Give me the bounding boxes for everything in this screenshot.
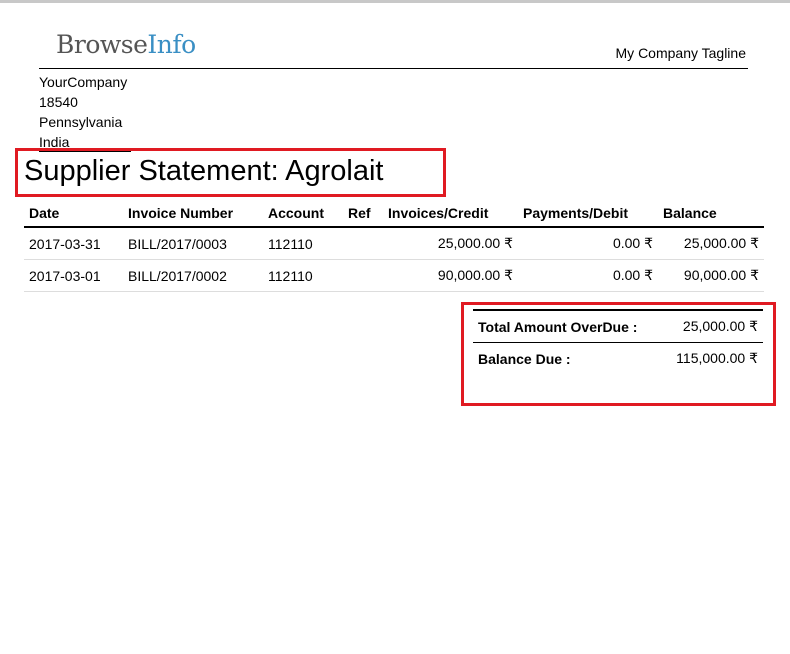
logo-text-info: Info <box>147 30 196 59</box>
header-divider <box>39 68 748 69</box>
cell-ref <box>343 227 383 260</box>
cell-balance: 90,000.00 ₹ <box>658 259 764 292</box>
cell-invoice-number: BILL/2017/0002 <box>123 259 263 292</box>
column-header-invoices-credit: Invoices/Credit <box>383 200 518 228</box>
company-logo: BrowseInfo <box>56 30 196 59</box>
cell-balance: 25,000.00 ₹ <box>658 227 764 260</box>
company-address: YourCompany 18540 Pennsylvania India <box>39 72 127 152</box>
column-header-account: Account <box>263 200 343 228</box>
column-header-payments-debit: Payments/Debit <box>518 200 658 228</box>
cell-payments-debit: 0.00 ₹ <box>518 227 658 260</box>
address-line-state: Pennsylvania <box>39 114 123 130</box>
table-header-row: Date Invoice Number Account Ref Invoices… <box>24 200 764 228</box>
cell-invoices-credit: 90,000.00 ₹ <box>383 259 518 292</box>
cell-date: 2017-03-31 <box>24 227 123 260</box>
column-header-balance: Balance <box>658 200 764 228</box>
cell-invoices-credit: 25,000.00 ₹ <box>383 227 518 260</box>
statement-page: BrowseInfo My Company Tagline YourCompan… <box>0 0 790 654</box>
column-header-invoice-number: Invoice Number <box>123 200 263 228</box>
table-row: 2017-03-01 BILL/2017/0002 112110 90,000.… <box>24 259 764 292</box>
statement-lines-table: Date Invoice Number Account Ref Invoices… <box>24 200 764 292</box>
top-border <box>0 0 790 3</box>
cell-account: 112110 <box>263 227 343 260</box>
table-row: 2017-03-31 BILL/2017/0003 112110 25,000.… <box>24 227 764 260</box>
address-line-zip: 18540 <box>39 94 78 110</box>
totals-highlight-box <box>461 302 776 406</box>
cell-invoice-number: BILL/2017/0003 <box>123 227 263 260</box>
address-line-company: YourCompany <box>39 74 128 90</box>
title-highlight-box <box>15 148 446 197</box>
cell-account: 112110 <box>263 259 343 292</box>
column-header-ref: Ref <box>343 200 383 228</box>
cell-payments-debit: 0.00 ₹ <box>518 259 658 292</box>
company-tagline: My Company Tagline <box>615 45 746 61</box>
cell-ref <box>343 259 383 292</box>
column-header-date: Date <box>24 200 123 228</box>
logo-text-browse: Browse <box>56 30 148 59</box>
cell-date: 2017-03-01 <box>24 259 123 292</box>
